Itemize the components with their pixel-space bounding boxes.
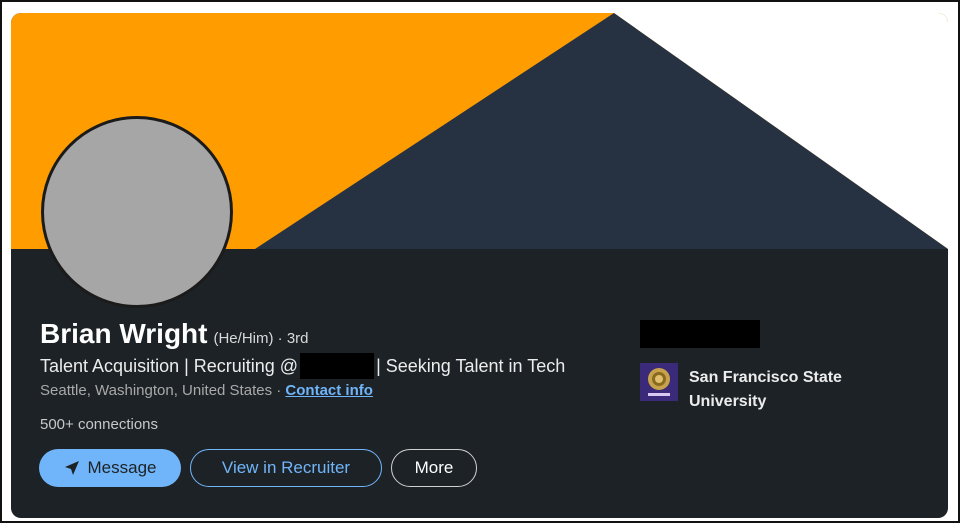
redacted-current-company: [640, 320, 760, 348]
headline-prefix: Talent Acquisition | Recruiting @: [40, 355, 299, 376]
contact-info-link[interactable]: Contact info: [285, 382, 373, 399]
connections-count[interactable]: 500+ connections: [40, 416, 158, 433]
location: Seattle, Washington, United States: [40, 382, 273, 399]
paper-plane-icon: [64, 460, 80, 476]
avatar[interactable]: [41, 116, 233, 308]
headline-suffix: | Seeking Talent in Tech: [376, 355, 566, 376]
message-button-label: Message: [87, 458, 157, 477]
pronouns: (He/Him): [213, 330, 274, 347]
profile-name: Brian Wright: [40, 318, 208, 349]
profile-headline: Talent Acquisition | Recruiting @ | Seek…: [40, 353, 565, 379]
location-row: Seattle, Washington, United States · Con…: [40, 382, 373, 399]
university-seal-icon[interactable]: [640, 363, 678, 401]
profile-card: Brian Wright (He/Him) · 3rd Talent Acquis…: [11, 13, 948, 518]
view-in-recruiter-button[interactable]: View in Recruiter: [190, 449, 382, 487]
school-name[interactable]: San Francisco State University: [689, 366, 889, 414]
location-separator: ·: [272, 382, 286, 399]
recruiter-button-label: View in Recruiter: [221, 458, 351, 477]
more-button-label: More: [414, 458, 454, 477]
name-row: Brian Wright (He/Him) · 3rd: [40, 318, 309, 350]
screenshot-frame: Brian Wright (He/Him) · 3rd Talent Acquis…: [0, 0, 960, 523]
more-button[interactable]: More: [391, 449, 477, 487]
name-separator: ·: [273, 330, 287, 347]
connection-degree: 3rd: [286, 330, 309, 347]
redacted-company: [300, 353, 375, 379]
message-button[interactable]: Message: [39, 449, 181, 487]
